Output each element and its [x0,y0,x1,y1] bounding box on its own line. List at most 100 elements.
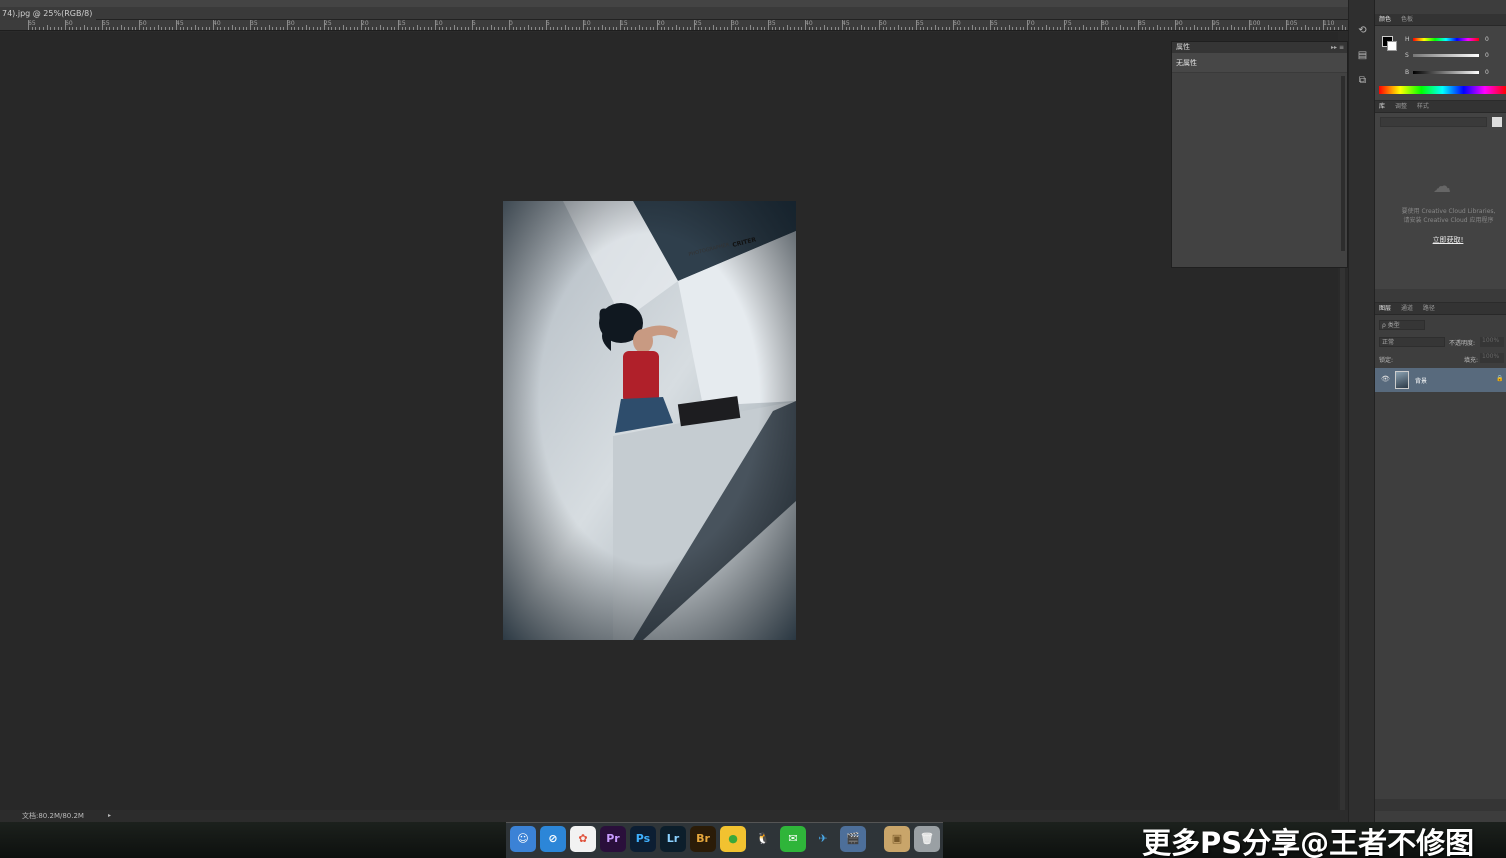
get-now-link[interactable]: 立即获取! [1375,235,1506,245]
ruler-tick [1060,27,1062,30]
opacity-field[interactable]: 100% [1480,337,1504,347]
ruler-tick [560,27,562,30]
ruler-tick [742,27,744,30]
qq-icon[interactable]: 🐧 [750,826,776,852]
photoshop-icon[interactable]: Ps [630,826,656,852]
ruler-tick [287,20,288,30]
hue-slider[interactable] [1413,38,1479,41]
ruler-tick [1204,27,1206,30]
ruler-tick [990,20,991,30]
properties-scrollbar[interactable] [1341,76,1345,251]
ruler-tick [797,27,799,30]
saturation-slider[interactable] [1413,54,1479,57]
ruler-tick [953,20,954,30]
ruler-label: 10 [583,20,591,27]
ruler-tick [520,27,522,30]
properties-panel-header[interactable]: 属性 ▸▸ ≡ [1172,42,1347,53]
brightness-slider[interactable] [1413,71,1479,74]
ruler-tick [131,27,133,30]
ruler-tick [497,27,499,30]
ruler-tick [967,27,969,30]
tab-adjustments[interactable]: 调整 [1395,103,1407,110]
ruler-tick [283,27,285,30]
ruler-tick [253,27,255,30]
tab-libraries[interactable]: 库 [1379,103,1385,110]
ruler-tick [1267,25,1269,30]
ruler-tick [416,25,418,30]
brightness-value[interactable]: 0 [1485,69,1489,76]
layer-kind-filter[interactable]: ρ 类型 [1379,320,1425,330]
grid-view-icon[interactable] [1492,117,1502,127]
ruler-tick [1330,27,1332,30]
chrome-like-icon[interactable]: ● [720,826,746,852]
ruler-tick [605,27,607,30]
right-panel-dock: 颜色 色板 H 0 S 0 B 0 库 调整 样式 ☁ 要使用 Creative… [1375,0,1506,822]
finder-icon[interactable]: ☺ [510,826,536,852]
document-tab[interactable]: 74).jpg @ 25%(RGB/8) [0,7,96,20]
tab-styles[interactable]: 样式 [1417,103,1429,110]
ruler-tick [1049,27,1051,30]
ruler-tick [46,25,48,30]
ruler-tick [142,27,144,30]
ruler-tick [1308,27,1310,30]
ruler-tick [168,27,170,30]
properties-toggle-icon[interactable]: ▤ [1356,49,1369,62]
canvas-workspace[interactable]: PHOTOGRAPHER CRITER [0,32,1348,810]
ruler-label: 50 [139,20,147,27]
premiere-icon[interactable]: Pr [600,826,626,852]
background-color-swatch[interactable] [1387,41,1397,51]
layers-footer-toolbar [1375,799,1506,811]
history-icon[interactable]: ⟲ [1356,24,1369,37]
tab-color[interactable]: 颜色 [1379,16,1391,23]
color-spectrum-bar[interactable] [1379,86,1506,94]
wechat-icon[interactable]: ✉ [780,826,806,852]
saturation-value[interactable]: 0 [1485,52,1489,59]
creative-cloud-icon: ☁ [1433,176,1451,197]
ruler-tick [1119,25,1121,30]
ruler-tick [638,25,640,30]
ruler-tick [1245,27,1247,30]
bridge-icon[interactable]: Br [690,826,716,852]
bird-icon[interactable]: ✈ [810,826,836,852]
ruler-tick [386,27,388,30]
ruler-label: 30 [731,20,739,27]
ruler-tick [930,27,932,30]
panel-menu-icon[interactable]: ▸▸ ≡ [1331,42,1344,53]
library-select[interactable] [1380,117,1487,127]
video-icon[interactable]: 🎬 [840,826,866,852]
document-photo[interactable]: PHOTOGRAPHER CRITER [503,201,796,640]
ruler-tick [372,27,374,30]
ruler-tick [620,20,621,30]
ruler-tick [753,27,755,30]
safari-icon[interactable]: ⊘ [540,826,566,852]
fill-field[interactable]: 100% [1480,353,1504,363]
brightness-label: B [1405,69,1410,76]
layer-name[interactable]: 背景 [1415,376,1427,385]
ruler-tick [1230,25,1232,30]
tab-paths[interactable]: 路径 [1423,305,1435,312]
ruler-tick [1226,27,1228,30]
ruler-tick [523,27,525,30]
ruler-tick [1078,27,1080,30]
ruler-tick [1041,27,1043,30]
ruler-tick [272,27,274,30]
blend-mode-select[interactable]: 正常 [1379,337,1445,347]
tab-channels[interactable]: 通道 [1401,305,1413,312]
ruler-tick [42,27,44,30]
layer-lock-icon: 🔒 [1496,375,1504,382]
ruler-tick [701,27,703,30]
ruler-tick [135,27,137,30]
ruler-tick [161,27,163,30]
ruler-tick [904,27,906,30]
tab-swatches[interactable]: 色板 [1401,16,1413,23]
layer-row-background[interactable]: 👁 背景 🔒 [1375,368,1506,392]
tab-layers[interactable]: 图层 [1379,305,1391,312]
trash-icon[interactable]: 🗑 [914,826,940,852]
photos-icon[interactable]: ✿ [570,826,596,852]
visibility-eye-icon[interactable]: 👁 [1381,375,1390,383]
box-icon[interactable]: ▣ [884,826,910,852]
hue-value[interactable]: 0 [1485,36,1489,43]
status-menu-arrow-icon[interactable]: ▸ [108,810,111,822]
lightroom-icon[interactable]: Lr [660,826,686,852]
clone-source-icon[interactable]: ⧉ [1356,74,1369,87]
